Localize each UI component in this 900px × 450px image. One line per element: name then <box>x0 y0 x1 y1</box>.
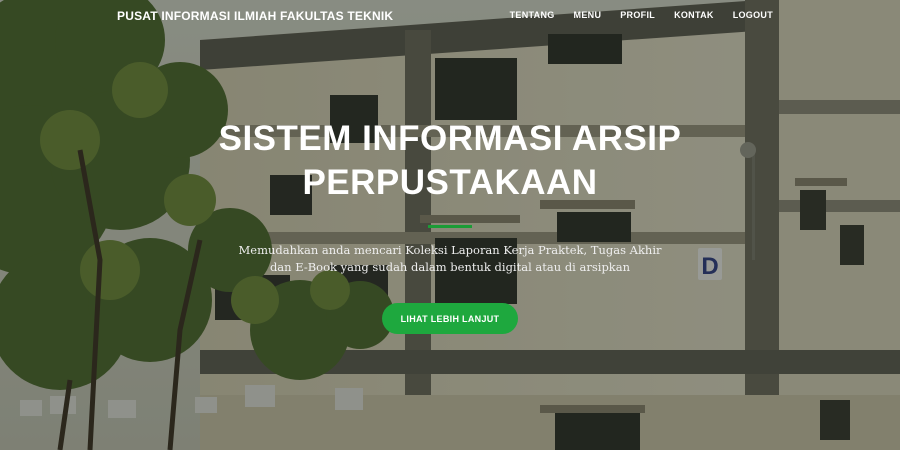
nav-link-kontak[interactable]: KONTAK <box>674 10 714 20</box>
site-brand[interactable]: PUSAT INFORMASI ILMIAH FAKULTAS TEKNIK <box>117 9 393 23</box>
learn-more-button[interactable]: LIHAT LEBIH LANJUT <box>382 303 518 334</box>
hero-subtitle: Memudahkan anda mencari Koleksi Laporan … <box>238 243 662 274</box>
hero-divider <box>428 225 472 228</box>
nav-link-menu[interactable]: MENU <box>574 10 602 20</box>
nav-link-logout[interactable]: LOGOUT <box>733 10 773 20</box>
hero-title: SISTEM INFORMASI ARSIP PERPUSTAKAAN <box>218 119 682 202</box>
nav-link-tentang[interactable]: TENTANG <box>510 10 555 20</box>
nav-link-profil[interactable]: PROFIL <box>620 10 655 20</box>
main-nav: TENTANG MENU PROFIL KONTAK LOGOUT <box>510 10 900 20</box>
top-navbar: PUSAT INFORMASI ILMIAH FAKULTAS TEKNIK T… <box>0 0 900 34</box>
